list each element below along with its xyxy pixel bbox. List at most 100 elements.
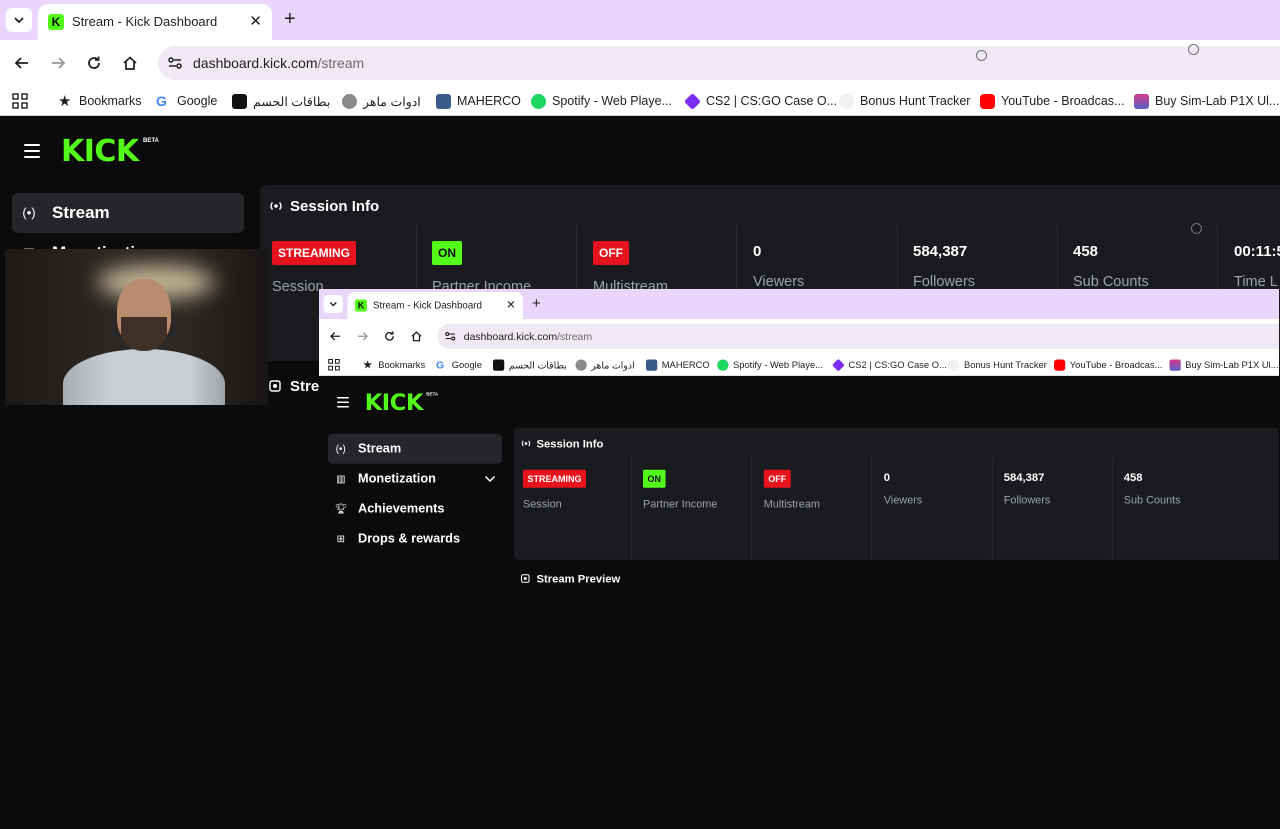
- bookmark-item[interactable]: CS2 | CS:GO Case O...: [684, 92, 837, 110]
- case-icon: [684, 92, 701, 110]
- bookmark-label: Google: [177, 94, 218, 108]
- session-info-title: Session Info: [290, 198, 380, 215]
- bookmark-label: بطاقات الحسم: [253, 94, 331, 109]
- bookmark-label: YouTube - Broadcas...: [1001, 94, 1125, 108]
- live-icon: (•): [335, 442, 346, 454]
- stream-preview-frame: K Stream - Kick Dashboard ✕ + dashboard.…: [319, 289, 1279, 829]
- bookmark-label: Spotify - Web Playe...: [733, 359, 823, 371]
- sidebar-item-stream[interactable]: (•) Stream: [12, 193, 244, 233]
- session-info-card: Session Info STREAMING Session ON Partner …: [514, 427, 1279, 560]
- viewers-value: 0: [753, 243, 762, 260]
- home-button[interactable]: [119, 52, 141, 74]
- url-host: dashboard.kick.com: [193, 55, 318, 71]
- home-button: [408, 328, 425, 345]
- bookmark-label: بطاقات الحسم: [508, 359, 567, 371]
- simlab-icon: [1169, 359, 1181, 371]
- multistream-badge: OFF: [763, 469, 791, 488]
- time-value: 00:11:5: [1234, 243, 1280, 260]
- bookmark-item: ★ Bookmarks: [363, 358, 426, 372]
- cell-label: Viewers: [753, 274, 805, 290]
- home-icon: [123, 56, 137, 70]
- loading-spinner-icon: [1188, 44, 1199, 55]
- bookmark-item: YouTube - Broadcas...: [1054, 358, 1162, 372]
- camera-icon: [520, 574, 530, 583]
- partner-income-badge: ON: [643, 469, 666, 488]
- maherco-icon: [646, 359, 658, 371]
- chevron-down-icon: [14, 17, 24, 24]
- bookmark-item[interactable]: G Google: [156, 92, 217, 110]
- viewers-value: 0: [883, 471, 891, 484]
- bookmark-item: Buy Sim-Lab P1X Ul...: [1169, 358, 1279, 372]
- sub-counts-value: 458: [1073, 243, 1099, 260]
- forward-button[interactable]: [47, 52, 69, 74]
- forward-button: [354, 328, 371, 345]
- reload-button: [381, 328, 398, 345]
- bookmark-item[interactable]: بطاقات الحسم: [232, 92, 330, 110]
- loading-spinner-icon: [1191, 223, 1202, 234]
- sidebar-item-label: Stream: [52, 203, 110, 222]
- cell-label: Viewers: [883, 494, 923, 507]
- new-tab-button: +: [532, 295, 541, 312]
- bookmark-item[interactable]: ★ Bookmarks: [58, 92, 142, 110]
- address-bar[interactable]: dashboard.kick.com/stream: [158, 46, 1280, 80]
- chart-icon: ▥: [336, 472, 346, 484]
- close-icon[interactable]: ✕: [249, 12, 262, 30]
- bookmark-label: Bonus Hunt Tracker: [860, 94, 971, 108]
- loading-spinner-icon: [976, 50, 987, 61]
- back-button[interactable]: [11, 52, 33, 74]
- stream-preview-title: Stream Preview: [536, 572, 621, 586]
- bookmark-item[interactable]: Bonus Hunt Tracker: [839, 92, 970, 110]
- webcam-overlay: [5, 249, 268, 405]
- bookmark-item[interactable]: YouTube - Broadcas...: [980, 92, 1124, 110]
- bookmarks-bar: ★ Bookmarks G Google بطاقات الحسم ادوات ما…: [0, 86, 1280, 116]
- bookmark-item[interactable]: ادوات ماهر: [342, 92, 421, 110]
- multistream-cell: OFF Multistream: [755, 458, 872, 560]
- kick-logo[interactable]: KICK: [61, 137, 139, 167]
- site-settings-icon[interactable]: [166, 54, 184, 72]
- case-icon: [832, 358, 845, 372]
- cell-label: Sub Counts: [1073, 274, 1149, 290]
- camera-icon: [269, 380, 281, 392]
- kick-logo: KICK: [364, 389, 424, 416]
- menu-icon[interactable]: [24, 144, 40, 158]
- bookmark-item[interactable]: MAHERCO: [436, 92, 521, 110]
- google-icon: G: [156, 92, 167, 109]
- home-icon: [411, 331, 422, 342]
- new-tab-button[interactable]: +: [284, 8, 296, 30]
- sidebar-item-stream: (•) Stream: [328, 433, 502, 464]
- bookmark-label: Buy Sim-Lab P1X Ul...: [1155, 94, 1280, 108]
- tab-strip: K Stream - Kick Dashboard ✕ +: [0, 0, 1280, 40]
- tab-search-button[interactable]: [6, 8, 32, 32]
- kick-favicon-icon: K: [355, 299, 367, 312]
- bookmark-item: G Google: [436, 358, 482, 372]
- apps-button[interactable]: [12, 92, 28, 110]
- bookmark-item: CS2 | CS:GO Case O...: [832, 358, 947, 372]
- reload-button[interactable]: [83, 52, 105, 74]
- broadcast-icon: [521, 440, 531, 447]
- bookmark-item[interactable]: Spotify - Web Playe...: [531, 92, 672, 110]
- browser-toolbar: dashboard.kick.com/stream: [319, 319, 1279, 354]
- reload-icon: [88, 56, 100, 69]
- browser-tab[interactable]: K Stream - Kick Dashboard ✕: [38, 4, 272, 40]
- beta-label: BETA: [426, 392, 439, 398]
- bookmark-label: Bookmarks: [79, 94, 142, 108]
- session-info-title: Session Info: [536, 437, 604, 451]
- tab-title: Stream - Kick Dashboard: [72, 14, 218, 29]
- bookmark-label: Spotify - Web Playe...: [552, 94, 672, 108]
- youtube-icon: [1054, 359, 1066, 371]
- cell-label: Partner Income: [643, 498, 718, 511]
- spotify-icon: [531, 93, 546, 109]
- maherco-icon: [436, 93, 451, 109]
- chevron-down-icon: [329, 302, 337, 307]
- cards-icon: [232, 93, 247, 109]
- kick-dashboard: KICK BETA (•) Stream ▥ Monetization 🏆︎ Achi…: [319, 376, 1279, 829]
- streaming-badge: STREAMING: [272, 241, 356, 265]
- sub-counts-cell: 458 Sub Counts: [1112, 458, 1232, 560]
- bookmark-item[interactable]: Buy Sim-Lab P1X Ul...: [1134, 92, 1279, 110]
- beta-label: BETA: [143, 138, 159, 144]
- alien-icon: [342, 93, 357, 109]
- bookmark-item: MAHERCO: [646, 358, 710, 372]
- bookmark-label: Bonus Hunt Tracker: [964, 359, 1047, 371]
- cell-label: Sub Counts: [1123, 494, 1181, 507]
- sidebar-item-label: Stream: [358, 441, 402, 456]
